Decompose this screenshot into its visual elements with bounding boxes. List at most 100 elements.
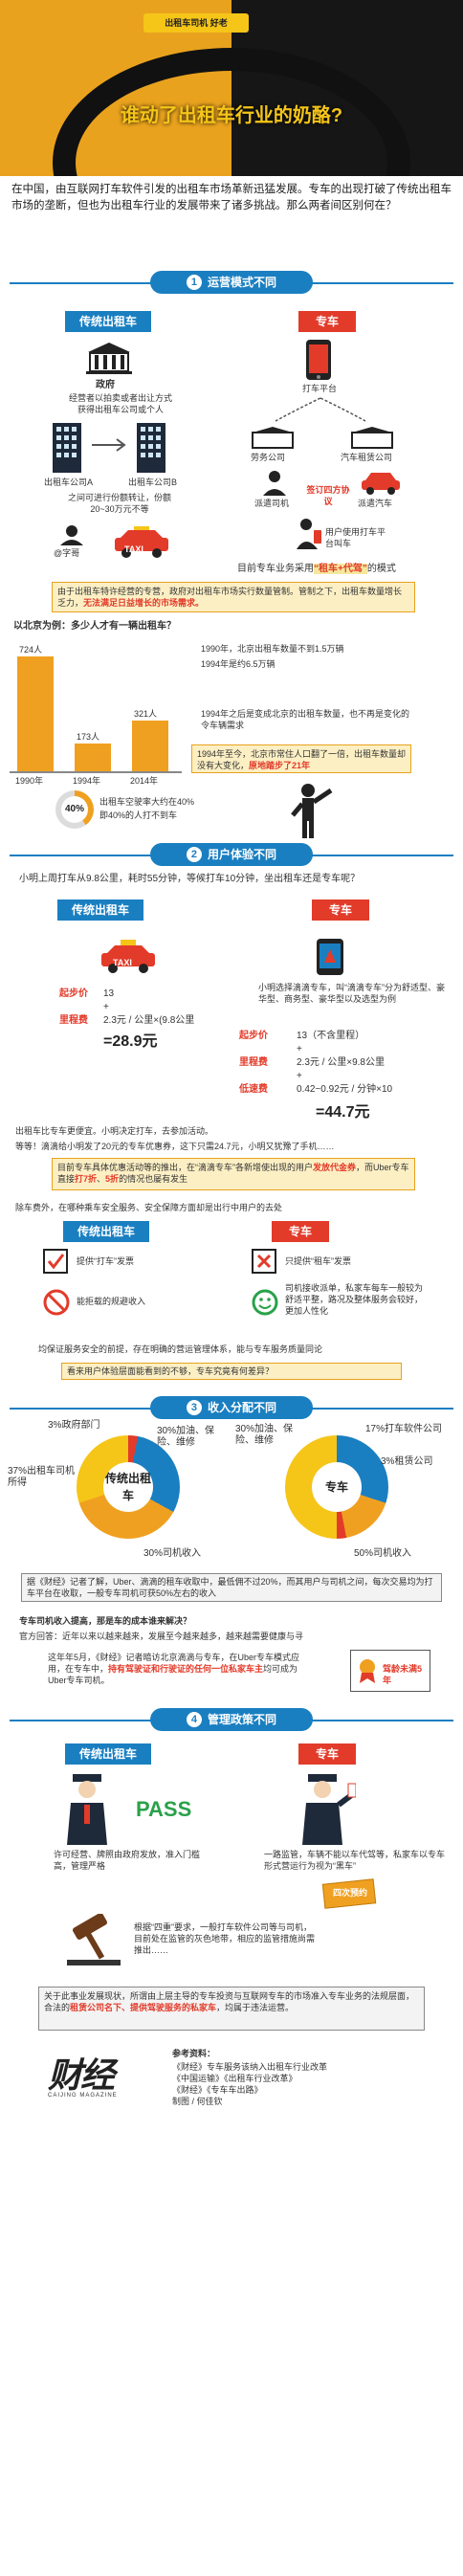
ref-3: 《财经》《专车车出路》: [172, 2085, 263, 2095]
empty-rate-note-2: 即40%的人打不到车: [99, 811, 178, 820]
summary-text: 由于出租车特许经营的专营，政府对出租车市场实行数量管制。管制之下，出租车数量增长…: [57, 587, 403, 608]
phone-app-icon: [314, 938, 346, 976]
section-title: 用户体验不同: [207, 848, 276, 861]
government-note: 经营者以拍卖或者出让方式获得出租车公司或个人: [69, 393, 173, 414]
policy-warning: 根据“四重”要求，一般打车软件公司等与司机，目前处在监管的灰色地带，相应的监管措…: [134, 1922, 316, 1955]
stop-sign-text: 四次预约: [332, 1888, 367, 1898]
rental-company-icon: [350, 427, 394, 450]
bar-year-2: 2014年: [130, 776, 159, 786]
medal-icon: [356, 1657, 379, 1684]
labor-company-label: 劳务公司: [251, 453, 286, 462]
section-title: 收入分配不同: [207, 1401, 276, 1414]
hired-driver-label: 派遣司机: [254, 499, 290, 508]
credit: 制图 / 何佳钦: [172, 2097, 223, 2106]
page-title: 谁动了出租车行业的奶酪?: [120, 105, 343, 126]
car-start-value: 13（不含里程）: [297, 1031, 365, 1041]
qa-question: 专车司机收入提高，那是车的成本谁来解决？: [19, 1616, 192, 1626]
bar-chart-baseline: [10, 771, 182, 773]
income-note: 据《财经》记者了解，Uber、滴滴的租车收取中，最低佣不过20%，而其用户与司机…: [27, 1577, 433, 1598]
government-building-icon: [84, 341, 134, 375]
bar-year-0: 1990年: [15, 776, 44, 786]
platform-label: 打车平台: [302, 384, 338, 393]
traffic-officer-icon: [54, 1772, 121, 1845]
car-start-key: 起步价: [239, 1031, 268, 1041]
person-hailing-icon: [279, 783, 337, 840]
traffic-officer-stop-icon: [289, 1772, 357, 1845]
tag-traditional-taxi: 传统出租车: [57, 899, 143, 921]
tag-private-car: 专车: [298, 311, 356, 332]
tag-traditional-taxi: 传统出租车: [63, 1221, 149, 1242]
taxi-label: TAXI: [113, 958, 132, 967]
section-number: 1: [186, 275, 202, 290]
section-header-experience: 2 用户体验不同: [0, 842, 463, 867]
taxi-safety-2: 能拒载的规避收入: [77, 1297, 146, 1306]
section-number: 2: [186, 847, 202, 862]
final-note: 关于此事业发展现状，所谓由上层主导的专车投资与互联网专车的市场准入专车业务的法规…: [44, 1991, 415, 2012]
experience-question: 小明上周打车从9.8公里，耗时55分钟，等候打车10分钟，坐出租车还是专车呢？: [19, 874, 361, 884]
government-label: 政府: [96, 380, 115, 390]
compare-text-2: 等等！滴滴给小明发了20元的专车优惠券，这下只需24.7元，小明又犹豫了手机……: [15, 1142, 335, 1151]
hired-car-label: 派遣汽车: [358, 499, 393, 508]
driver-icon: [57, 524, 86, 545]
caijing-logo-sub: CAIJING MAGAZINE: [48, 2093, 118, 2099]
car-pct-label-1: 17%打车软件公司: [365, 1424, 443, 1434]
labor-company-icon: [251, 427, 295, 450]
intro-text: 在中国，由互联网打车软件引发的出租车市场革新迅猛发展。专车的出现打破了传统出租车…: [11, 184, 452, 211]
checkbox-crossed-icon: [251, 1248, 277, 1275]
user-call-label: 用户使用打车平台叫车: [325, 527, 386, 548]
section-title: 运营模式不同: [207, 276, 276, 289]
safety-question-2: 看来用户体验层面能看到的不够，专车究竟有何差异？: [67, 1366, 275, 1376]
taxi-mile-key: 里程费: [59, 1015, 88, 1026]
gavel-icon: [63, 1913, 124, 1967]
hired-driver-icon: [260, 469, 289, 496]
refs-title: 参考资料：: [172, 2049, 216, 2058]
stats-note-3: 1994年之后是变成北京的出租车数量，也不再是变化的令车辆需求: [201, 709, 410, 730]
qa-answer: 官方回答：近年以来以越来越来，发展至今越来越多，越来越需要健康与寻: [19, 1632, 304, 1641]
driver-label: @字哥: [54, 548, 80, 558]
header-banner: 出租车司机 好老 谁动了出租车行业的奶酪?: [0, 0, 463, 176]
tag-traditional-taxi: 传统出租车: [65, 1743, 151, 1765]
taxi-income-donut: 传统出租车: [77, 1435, 180, 1539]
car-low-key: 低速费: [239, 1084, 268, 1095]
section-title: 管理政策不同: [207, 1713, 276, 1726]
user-phone-icon: [295, 517, 323, 549]
taxi-label: TAXI: [124, 544, 143, 554]
license-badge: 驾龄未满5年: [383, 1664, 423, 1685]
smiley-icon: [251, 1288, 279, 1317]
company-a-building-icon: [50, 421, 84, 475]
sub-text: 这年年5月，《财经》记者暗访北京滴滴与专车，在Uber专车模式应用，在专车中，持…: [48, 1653, 300, 1685]
bar-chart-area: 724人 1990年 173人 1994年 321人 2014年: [10, 632, 182, 786]
stats-note-2: 1994年是约6.5万辆: [201, 659, 276, 669]
bar-value-1: 173人: [77, 732, 100, 742]
safety-question: 除车费外，在哪种乘车安全服务、安全保障方面却是出行中用户的去处: [15, 1203, 283, 1212]
tag-private-car: 专车: [312, 899, 369, 921]
company-transfer-note: 之间可进行份额转让，份额20~30万元不等: [67, 493, 171, 514]
car-total: =44.7元: [316, 1104, 370, 1121]
car-income-donut: 专车: [285, 1435, 388, 1539]
taxi-start-value: 13: [103, 988, 115, 999]
model-note: 目前专车业务采用“租车+代驾”的模式: [237, 564, 396, 574]
car-mgmt: 一路监管，车辆不能以车代驾等，私家车以专车形式营运行为视为“黑车”: [264, 1850, 446, 1871]
section-header-income: 3 收入分配不同: [0, 1395, 463, 1420]
bar-value-2: 321人: [134, 709, 158, 719]
taxi-income-center: 传统出租车: [103, 1462, 153, 1512]
taxi-pct-label-1: 30%加油、保险、维修: [157, 1426, 215, 1448]
stats-note-1: 1990年，北京出租车数量不到1.5万辆: [201, 644, 344, 654]
pass-text: PASS: [136, 1797, 192, 1821]
rental-company-label: 汽车租赁公司: [341, 453, 393, 462]
company-b-label: 出租车公司B: [128, 477, 178, 487]
ref-2: 《中国运输》《出租车行业改革》: [172, 2074, 298, 2083]
tag-private-car: 专车: [272, 1221, 329, 1242]
company-a-label: 出租车公司A: [44, 477, 94, 487]
hired-car-icon: [360, 469, 402, 496]
bar-1: [75, 744, 111, 771]
platform-branch-arrows: [258, 396, 383, 425]
car-low-value: 0.42~0.92元 / 分钟×10: [297, 1084, 393, 1095]
bar-value-0: 724人: [19, 645, 43, 655]
section-number: 4: [186, 1712, 202, 1727]
taxi-total: =28.9元: [103, 1033, 158, 1050]
section-header-operation: 1 运营模式不同: [0, 270, 463, 295]
forbidden-icon: [42, 1288, 71, 1317]
tag-traditional-taxi: 传统出租车: [65, 311, 151, 332]
promo-text: 目前专车具体优惠活动等的推出，在“滴滴专车”各新增使出现的用户发放代金券，而Ub…: [57, 1163, 409, 1184]
